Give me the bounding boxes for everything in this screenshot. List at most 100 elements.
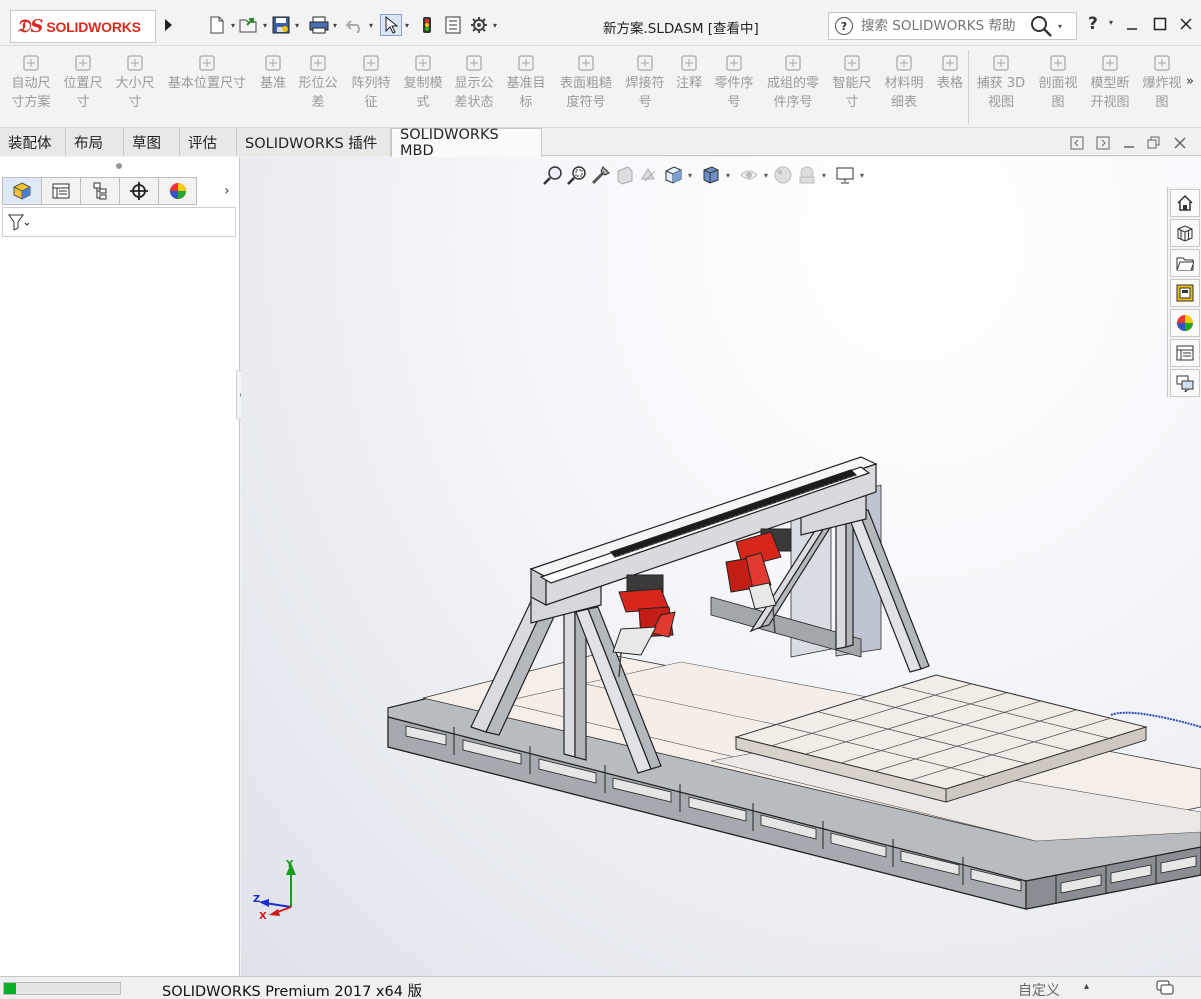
new-document-icon[interactable] — [206, 14, 228, 36]
size-dimension-icon — [127, 55, 143, 71]
cmd-geometric-tolerance-button[interactable]: 形位公差 — [296, 52, 340, 112]
datum-target-icon — [518, 55, 534, 71]
tab-evaluate[interactable]: 评估 — [180, 128, 237, 156]
undo-dropdown-icon[interactable]: ▾ — [366, 21, 376, 30]
undo-icon[interactable] — [344, 14, 366, 36]
search-dropdown-icon[interactable]: ▾ — [1058, 22, 1062, 31]
help-button[interactable]: ? — [1088, 14, 1098, 34]
search-icon[interactable] — [1028, 13, 1054, 39]
feature-tree-tab[interactable] — [2, 177, 41, 205]
cmd-bom-button[interactable]: 材料明 细表 — [882, 52, 926, 112]
capture-3d-view-icon — [993, 55, 1009, 71]
print-icon[interactable] — [308, 14, 330, 36]
cmd-table-button[interactable]: 表格 — [934, 52, 966, 93]
new-dropdown-icon[interactable]: ▾ — [228, 21, 238, 30]
cmd-size-dimension-button[interactable]: 大小尺寸 — [113, 52, 157, 112]
feature-tree-filter[interactable] — [2, 207, 236, 237]
display-manager-tab[interactable] — [158, 177, 197, 205]
forum-tab[interactable] — [1170, 369, 1200, 397]
cmd-label-line2: 视图 — [987, 95, 1014, 110]
solidworks-resources-tab[interactable] — [1170, 189, 1200, 217]
panel-tabs-more-icon[interactable]: › — [224, 183, 230, 199]
custom-properties-tab[interactable] — [1170, 339, 1200, 367]
unit-system-selector[interactable]: 自定义 — [1018, 980, 1060, 999]
viewport-restore-icon[interactable] — [1147, 136, 1161, 150]
panel-grip[interactable] — [116, 163, 122, 169]
appearances-tab[interactable] — [1170, 309, 1200, 337]
quick-access-toolbar: ▾ ▾ ▾ ▾ ▾ ▾ ▾ — [206, 12, 500, 38]
cmd-datum-button[interactable]: 基准 — [258, 52, 288, 93]
property-manager-icon — [52, 183, 70, 199]
cmd-section-view-button[interactable]: 剖面视图 — [1036, 52, 1080, 112]
design-library-tab[interactable] — [1170, 219, 1200, 247]
save-icon[interactable] — [270, 14, 292, 36]
triad-x-label: X — [259, 911, 267, 922]
configuration-manager-tab[interactable] — [80, 177, 119, 205]
cmd-location-dimension-button[interactable]: 位置尺寸 — [61, 52, 105, 112]
select-arrow-icon[interactable] — [380, 14, 402, 36]
cmd-capture-3d-view-button[interactable]: 捕获 3D 视图 — [976, 52, 1026, 112]
options-gear-icon[interactable] — [468, 14, 490, 36]
cmd-copy-scheme-button[interactable]: 复制模式 — [401, 52, 445, 112]
cmd-note-button[interactable]: 注释 — [674, 52, 704, 93]
menu-expand-arrow-icon[interactable] — [161, 14, 175, 36]
progress-fill — [4, 983, 16, 994]
basic-location-dimension-icon — [199, 55, 215, 71]
cmd-exploded-view-button[interactable]: 爆炸视图 — [1140, 52, 1184, 112]
property-manager-tab[interactable] — [41, 177, 80, 205]
print-dropdown-icon[interactable]: ▾ — [330, 21, 340, 30]
cmd-auto-dimension-button[interactable]: 自动尺 寸方案 — [9, 52, 53, 112]
maximize-icon[interactable] — [1150, 14, 1170, 34]
task-pane — [1167, 187, 1201, 397]
assembly-model-view[interactable] — [241, 157, 1201, 976]
viewport-close-icon[interactable] — [1173, 136, 1187, 150]
cmd-weld-symbol-button[interactable]: 焊接符号 — [623, 52, 667, 112]
feature-manager-panel: › — [0, 157, 240, 976]
cmd-balloon-button[interactable]: 零件序号 — [712, 52, 756, 112]
cmd-show-tolerance-status-button[interactable]: 显示公 差状态 — [452, 52, 496, 112]
select-dropdown-icon[interactable]: ▾ — [402, 21, 412, 30]
options-dropdown-icon[interactable]: ▾ — [490, 21, 500, 30]
dimxpert-manager-tab[interactable] — [119, 177, 158, 205]
cmd-pattern-feature-button[interactable]: 阵列特征 — [349, 52, 393, 112]
tab-sketch[interactable]: 草图 — [124, 128, 180, 156]
viewport-minimize-icon[interactable] — [1122, 136, 1136, 150]
graphics-area[interactable]: ▾ ▾ ▾ ▾ ▾ Y Z X — [241, 157, 1201, 976]
tab-solidworks-mbd[interactable]: SOLIDWORKS MBD — [391, 127, 542, 159]
viewport-next-icon[interactable] — [1096, 136, 1110, 150]
cmd-label-line1: 模型断 — [1090, 76, 1130, 91]
copy-scheme-icon — [415, 55, 431, 71]
rebuild-traffic-light-icon[interactable] — [416, 14, 438, 36]
tab-solidworks-addins[interactable]: SOLIDWORKS 插件 — [237, 128, 391, 156]
geometric-tolerance-icon — [310, 55, 326, 71]
cmd-smart-dimension-button[interactable]: 智能尺寸 — [830, 52, 874, 112]
file-properties-icon[interactable] — [442, 14, 464, 36]
search-input[interactable] — [861, 18, 1026, 34]
product-version-text: SOLIDWORKS Premium 2017 x64 版 — [162, 984, 423, 999]
save-dropdown-icon[interactable]: ▾ — [292, 21, 302, 30]
close-icon[interactable] — [1176, 14, 1196, 34]
minimize-icon[interactable] — [1122, 14, 1142, 34]
open-dropdown-icon[interactable]: ▾ — [260, 21, 270, 30]
cmd-stacked-balloon-button[interactable]: 成组的零 件序号 — [764, 52, 822, 112]
design-library-icon — [1177, 225, 1193, 242]
tab-assembly[interactable]: 装配体 — [0, 128, 66, 156]
cmd-surface-finish-button[interactable]: 表面粗糙 度符号 — [557, 52, 615, 112]
file-explorer-tab[interactable] — [1170, 249, 1200, 277]
cmd-label-line2: 图 — [1155, 95, 1169, 110]
view-palette-tab[interactable] — [1170, 279, 1200, 307]
cmd-datum-target-button[interactable]: 基准目标 — [504, 52, 548, 112]
cmd-basic-location-dimension-button[interactable]: 基本位置尺寸 — [164, 52, 250, 93]
viewport-prev-icon[interactable] — [1070, 136, 1084, 150]
solidworks-logo[interactable]: 𝔇S SOLIDWORKS — [10, 10, 156, 43]
status-feedback-icon[interactable] — [1156, 980, 1174, 996]
unit-system-dropdown-icon[interactable]: ▴ — [1084, 981, 1089, 992]
weld-symbol-icon — [637, 55, 653, 71]
help-search-box[interactable]: ? ▾ — [828, 12, 1077, 40]
help-dropdown-icon[interactable]: ▾ — [1109, 18, 1113, 27]
progress-bar — [3, 982, 121, 995]
cmd-model-break-view-button[interactable]: 模型断 开视图 — [1088, 52, 1132, 112]
open-document-icon[interactable] — [238, 14, 260, 36]
toolbar-more-button[interactable]: » — [1186, 74, 1194, 89]
tab-layout[interactable]: 布局 — [66, 128, 124, 156]
